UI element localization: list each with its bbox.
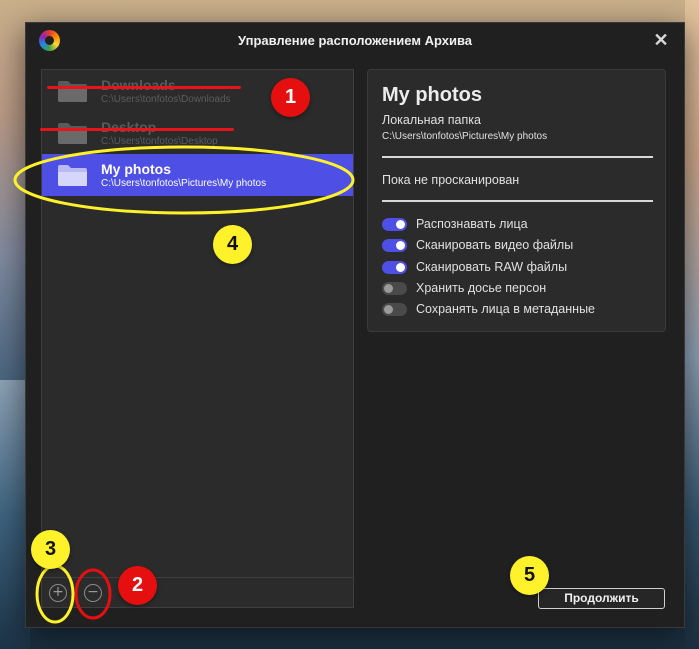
highlight-ring-selected-folder — [13, 145, 355, 215]
annotation-badge-1: 1 — [271, 78, 310, 117]
annotation-rings — [13, 145, 355, 624]
annotation-badge-5: 5 — [510, 556, 549, 595]
highlight-ring-add-button — [35, 564, 75, 624]
annotation-badge-3: 3 — [31, 530, 70, 569]
annotation-badge-2: 2 — [118, 566, 157, 605]
highlight-ring-remove-button — [74, 568, 112, 620]
annotation-badge-4: 4 — [213, 225, 252, 264]
